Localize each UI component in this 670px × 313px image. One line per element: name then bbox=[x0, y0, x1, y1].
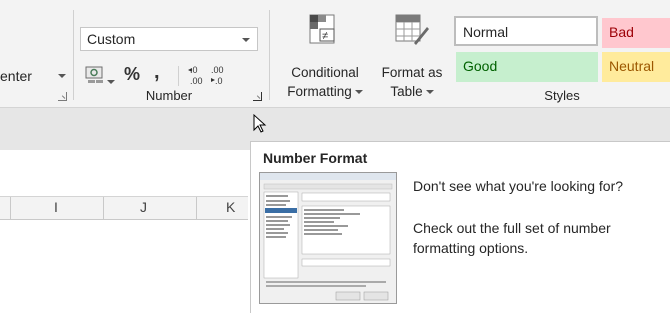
styles-group-label: Styles bbox=[544, 88, 580, 103]
column-header-i[interactable]: I bbox=[54, 199, 58, 215]
format-as-table-label: Format as Table bbox=[374, 63, 450, 101]
style-normal[interactable]: Normal bbox=[454, 16, 598, 46]
column-header-j[interactable]: J bbox=[140, 199, 147, 215]
column-divider bbox=[10, 197, 11, 219]
mouse-pointer-icon bbox=[253, 113, 267, 139]
format-cells-dialog-preview bbox=[259, 172, 397, 304]
number-format-tooltip: Number Format Don't see what you're look… bbox=[250, 141, 670, 313]
column-divider bbox=[196, 197, 197, 219]
label-line1: Format as bbox=[381, 65, 443, 80]
format-as-table-icon bbox=[394, 13, 430, 52]
group-separator bbox=[269, 10, 270, 100]
number-group-label: Number bbox=[145, 88, 193, 103]
group-separator bbox=[73, 10, 74, 100]
number-format-dialog-launcher-icon[interactable] bbox=[253, 92, 262, 101]
merge-center-dropdown-icon[interactable] bbox=[58, 74, 66, 78]
label-line2: Formatting bbox=[287, 84, 352, 99]
format-as-table-button[interactable]: Format as Table bbox=[374, 13, 450, 99]
tooltip-description: Check out the full set of number formatt… bbox=[413, 220, 611, 256]
style-bad[interactable]: Bad bbox=[602, 18, 670, 48]
label-line1: Conditional bbox=[291, 65, 359, 80]
tooltip-title: Number Format bbox=[263, 150, 368, 166]
chevron-down-icon bbox=[354, 90, 363, 94]
percent-style-icon[interactable]: % bbox=[124, 64, 140, 85]
svg-text:.0: .0 bbox=[215, 76, 223, 86]
svg-text:≠: ≠ bbox=[322, 30, 328, 42]
label-line2: Table bbox=[390, 84, 423, 99]
conditional-formatting-icon: ≠ bbox=[308, 13, 340, 52]
ribbon: enter Custom % , .0 .00 .00 .0 Number ≠ … bbox=[0, 0, 670, 108]
number-format-value: Custom bbox=[87, 31, 136, 47]
comma-style-icon[interactable]: , bbox=[154, 61, 160, 84]
separator bbox=[178, 66, 179, 86]
column-divider bbox=[103, 197, 104, 219]
cell-styles-gallery: Normal Bad Good Neutral bbox=[454, 16, 670, 96]
chevron-down-icon bbox=[425, 90, 434, 94]
svg-text:.00: .00 bbox=[190, 76, 203, 86]
style-good[interactable]: Good bbox=[456, 52, 598, 82]
chevron-down-icon[interactable] bbox=[242, 38, 250, 42]
column-header-k[interactable]: K bbox=[226, 199, 235, 215]
accounting-format-icon[interactable] bbox=[84, 64, 106, 91]
column-headers: I J K bbox=[0, 196, 248, 220]
style-neutral[interactable]: Neutral bbox=[602, 52, 670, 82]
number-format-dropdown[interactable]: Custom bbox=[80, 27, 258, 51]
conditional-formatting-label: Conditional Formatting bbox=[278, 63, 372, 101]
merge-center-label[interactable]: enter bbox=[0, 68, 32, 84]
svg-text:.00: .00 bbox=[211, 65, 224, 75]
alignment-dialog-launcher-icon[interactable] bbox=[58, 92, 67, 101]
tooltip-question: Don't see what you're looking for? bbox=[413, 178, 624, 194]
conditional-formatting-button[interactable]: ≠ Conditional Formatting bbox=[278, 13, 372, 99]
